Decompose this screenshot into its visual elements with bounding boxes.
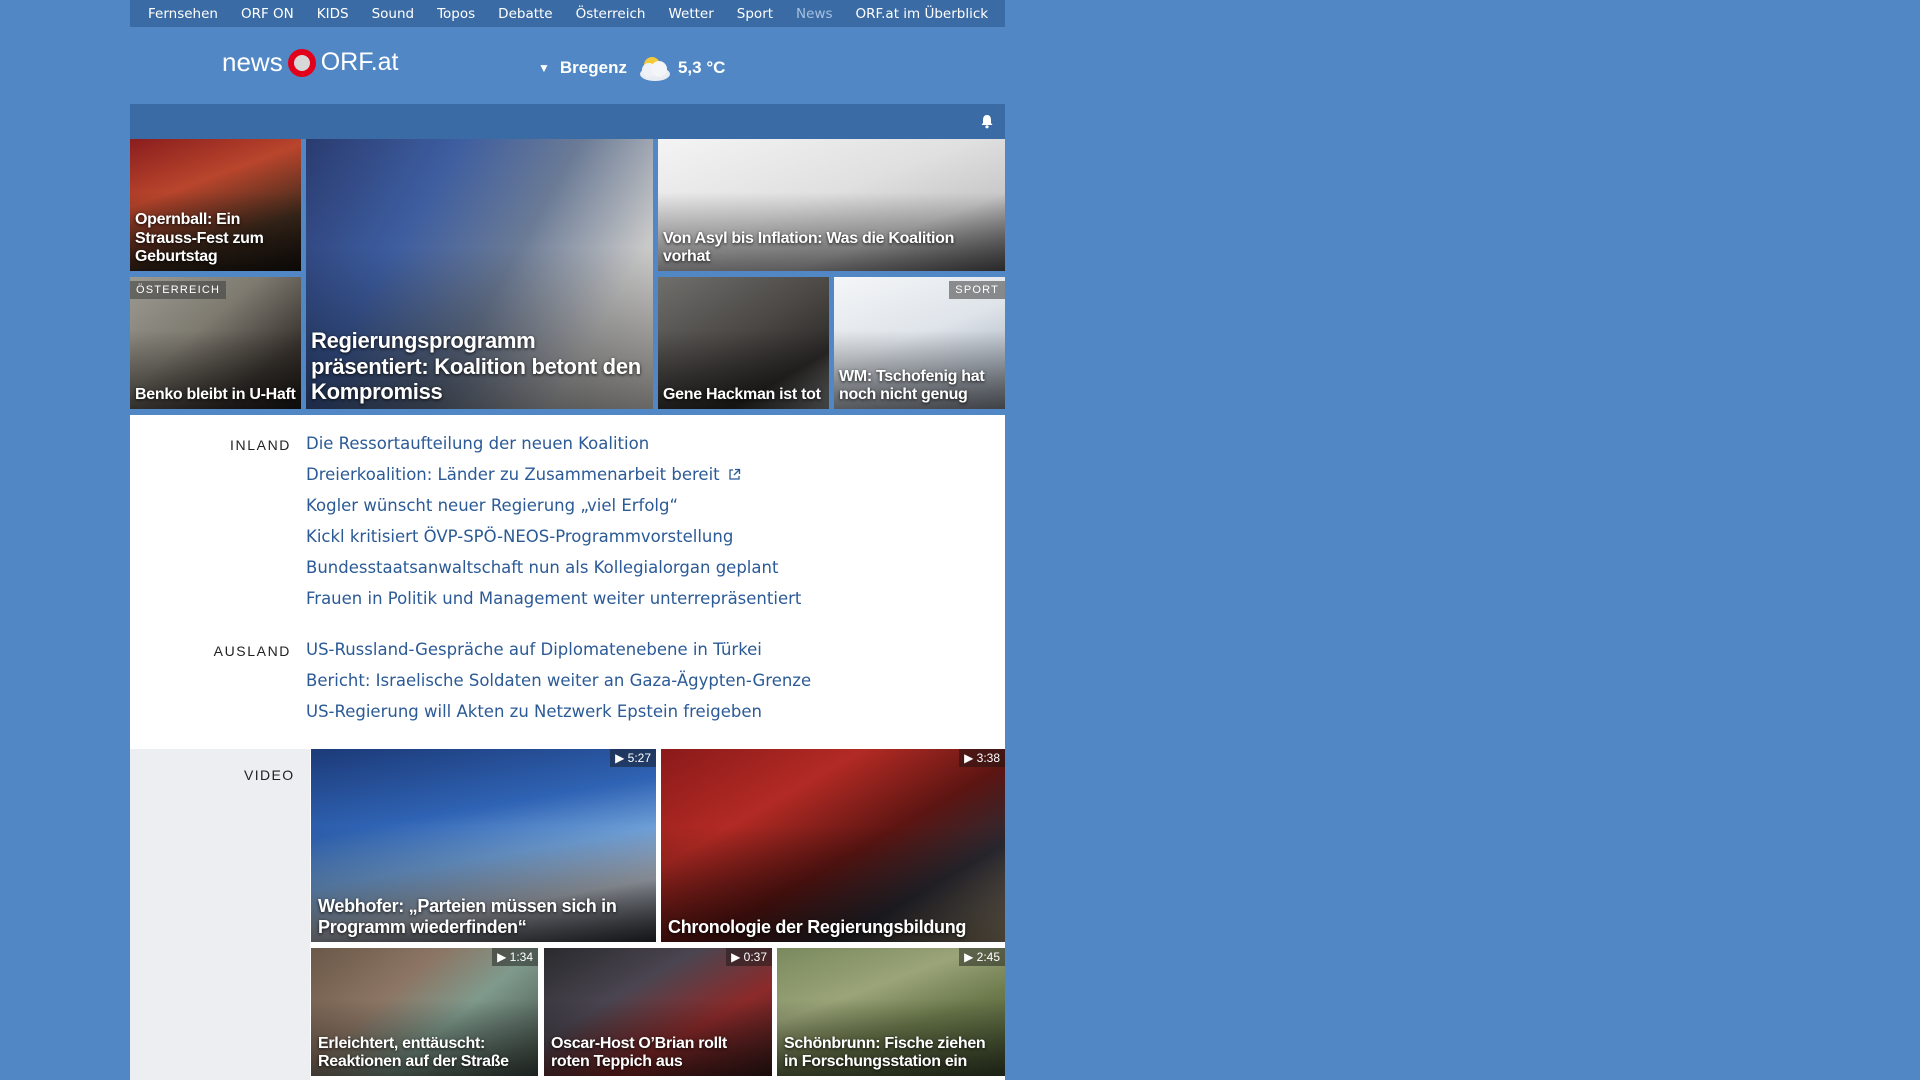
play-icon: ▶ <box>964 751 977 765</box>
headline-link[interactable]: Kickl kritisiert ÖVP-SPÖ-NEOS-Programmvo… <box>306 527 733 546</box>
story-title: Regierungsprogramm präsentiert: Koalitio… <box>311 327 641 405</box>
section-label-ausland: AUSLAND <box>213 643 291 659</box>
top-navigation: Fernsehen ORF ON KIDS Sound Topos Debatt… <box>130 0 1005 27</box>
nav-item-wetter[interactable]: Wetter <box>668 6 713 22</box>
story-title: Opernball: Ein Strauss-Fest zum Geburtst… <box>135 210 264 266</box>
duration-text: 5:27 <box>627 751 651 765</box>
weather-temperature: 5,3 °C <box>677 58 726 77</box>
video-duration: ▶ 3:38 <box>959 749 1005 767</box>
play-icon: ▶ <box>497 950 510 964</box>
headline-section: INLAND Die Ressortaufteilung der neuen K… <box>130 415 1005 749</box>
headline-link[interactable]: Die Ressortaufteilung der neuen Koalitio… <box>306 434 649 453</box>
duration-text: 3:38 <box>976 751 1000 765</box>
video-sidebar <box>130 749 310 1080</box>
nav-item-oesterreich[interactable]: Österreich <box>576 6 646 22</box>
site-header: news ORF.at ▼ Bregenz 5,3 °C <box>130 27 1005 104</box>
headline-link[interactable]: Frauen in Politik und Management weiter … <box>306 589 801 608</box>
section-label-inland: INLAND <box>230 437 291 453</box>
weather-city: Bregenz <box>559 58 627 77</box>
headline-link[interactable]: Kogler wünscht neuer Regierung „viel Erf… <box>306 496 678 515</box>
orf-ring-icon <box>287 48 316 77</box>
story-tile-regierungsprogramm[interactable]: Regierungsprogramm präsentiert: Koalitio… <box>306 139 653 409</box>
duration-text: 2:45 <box>976 950 1000 964</box>
nav-item-kids[interactable]: KIDS <box>317 6 349 22</box>
notification-bar <box>130 104 1005 139</box>
story-tile-benko[interactable]: ÖSTERREICH Benko bleibt in U-Haft <box>130 277 301 409</box>
story-title: Benko bleibt in U-Haft <box>135 386 296 404</box>
headline-text: Dreierkoalition: Länder zu Zusammenarbei… <box>306 465 720 484</box>
play-icon: ▶ <box>615 751 628 765</box>
video-title: Erleichtert, enttäuscht: Reaktionen auf … <box>318 1034 509 1071</box>
story-title: Von Asyl bis Inflation: Was die Koalitio… <box>663 229 955 266</box>
headline-link[interactable]: US-Regierung will Akten zu Netzwerk Epst… <box>306 702 762 721</box>
story-tile-gene-hackman[interactable]: Gene Hackman ist tot <box>658 277 829 409</box>
nav-item-sport[interactable]: Sport <box>737 6 773 22</box>
nav-item-sound[interactable]: Sound <box>372 6 415 22</box>
duration-text: 0:37 <box>743 950 767 964</box>
section-label-video: VIDEO <box>244 767 295 783</box>
video-duration: ▶ 2:45 <box>959 948 1005 966</box>
logo-news-text: news <box>222 47 283 77</box>
story-tile-opernball[interactable]: Opernball: Ein Strauss-Fest zum Geburtst… <box>130 139 301 271</box>
video-title: Webhofer: „Parteien müssen sich in Progr… <box>318 895 617 937</box>
story-title: Gene Hackman ist tot <box>663 386 821 404</box>
story-title: WM: Tschofenig hat noch nicht genug <box>839 367 985 404</box>
bell-icon[interactable] <box>979 113 995 129</box>
news-orf-logo[interactable]: news ORF.at <box>222 47 399 78</box>
video-tile-oscar-host[interactable]: ▶ 0:37 Oscar-Host O’Brian rollt roten Te… <box>544 948 772 1076</box>
video-title: Oscar-Host O’Brian rollt roten Teppich a… <box>551 1034 727 1071</box>
video-duration: ▶ 0:37 <box>726 948 772 966</box>
video-tile-reaktionen[interactable]: ▶ 1:34 Erleichtert, enttäuscht: Reaktion… <box>311 948 538 1076</box>
nav-item-fernsehen[interactable]: Fernsehen <box>148 6 218 22</box>
duration-text: 1:34 <box>509 950 533 964</box>
nav-item-topos[interactable]: Topos <box>437 6 475 22</box>
category-tag: SPORT <box>949 281 1005 299</box>
dropdown-triangle-icon: ▼ <box>538 61 550 75</box>
video-title: Schönbrunn: Fische ziehen in Forschungss… <box>784 1034 986 1071</box>
story-tile-asyl-inflation[interactable]: Von Asyl bis Inflation: Was die Koalitio… <box>658 139 1005 271</box>
video-duration: ▶ 5:27 <box>610 749 656 767</box>
play-icon: ▶ <box>964 950 977 964</box>
partly-cloudy-icon <box>635 54 673 82</box>
logo-orf-text: ORF.at <box>320 48 399 76</box>
nav-item-news[interactable]: News <box>796 6 832 22</box>
headline-link-external[interactable]: Dreierkoalition: Länder zu Zusammenarbei… <box>306 465 741 484</box>
weather-widget[interactable]: ▼ Bregenz 5,3 °C <box>538 54 725 82</box>
external-link-icon <box>728 466 741 480</box>
story-tile-wm-tschofenig[interactable]: SPORT WM: Tschofenig hat noch nicht genu… <box>834 277 1005 409</box>
video-title: Chronologie der Regierungsbildung <box>668 916 967 937</box>
video-tile-schoenbrunn[interactable]: ▶ 2:45 Schönbrunn: Fische ziehen in Fors… <box>777 948 1005 1076</box>
video-tile-webhofer[interactable]: ▶ 5:27 Webhofer: „Parteien müssen sich i… <box>311 749 656 942</box>
headline-link[interactable]: US-Russland-Gespräche auf Diplomateneben… <box>306 640 762 659</box>
nav-item-orf-on[interactable]: ORF ON <box>241 6 294 22</box>
video-duration: ▶ 1:34 <box>492 948 538 966</box>
nav-item-overview[interactable]: ORF.at im Überblick <box>856 6 989 22</box>
video-tile-chronologie[interactable]: ▶ 3:38 Chronologie der Regierungsbildung <box>661 749 1005 942</box>
nav-item-debatte[interactable]: Debatte <box>498 6 552 22</box>
headline-link[interactable]: Bericht: Israelische Soldaten weiter an … <box>306 671 811 690</box>
headline-link[interactable]: Bundesstaatsanwaltschaft nun als Kollegi… <box>306 558 778 577</box>
play-icon: ▶ <box>731 950 744 964</box>
category-tag: ÖSTERREICH <box>130 281 227 299</box>
